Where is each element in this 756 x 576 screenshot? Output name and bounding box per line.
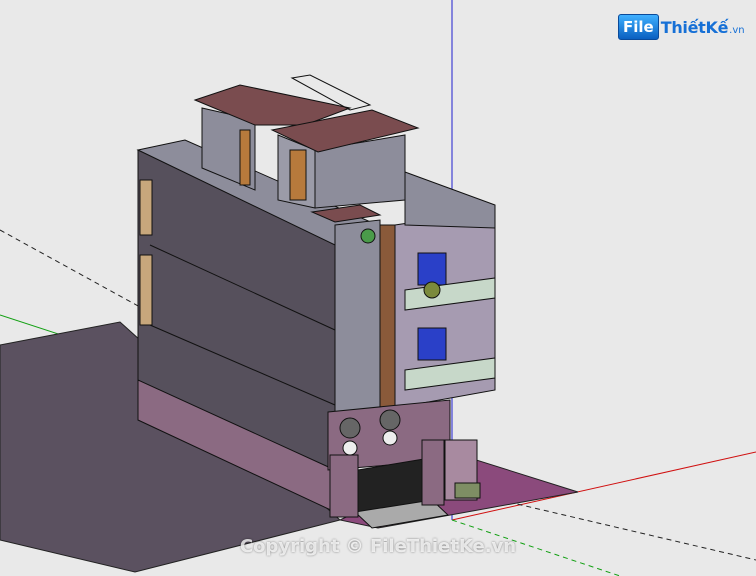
planter-box [454,482,481,499]
logo-tld: .vn [729,25,745,36]
filethietke-logo: File ThiếtKế .vn [618,10,745,44]
sketchup-viewport[interactable]: File ThiếtKế .vn Copyright © FileThietKe… [0,0,756,576]
planter-pot-2 [382,430,398,446]
window-2 [417,327,447,361]
logo-badge: File [618,14,659,40]
plant-balcony [423,281,441,299]
gate-pillar-right [421,439,445,506]
3d-model-scene[interactable] [0,0,756,576]
top-canopy [404,171,496,229]
gate-pillar-left [329,454,359,518]
side-strip-1 [139,179,153,236]
roof-box-2-door [289,149,307,201]
logo-text: ThiếtKế [660,17,729,37]
window-1 [417,252,447,286]
wood-panel [379,224,396,411]
plant-2 [379,409,401,431]
roof-box-1-door [239,129,251,186]
plant-top [360,228,376,244]
copyright-watermark: Copyright © FileThietKe.vn [239,536,517,557]
plant-1 [339,417,361,439]
planter-pot-1 [342,440,358,456]
side-strip-2 [139,254,153,326]
front-column [334,219,381,413]
